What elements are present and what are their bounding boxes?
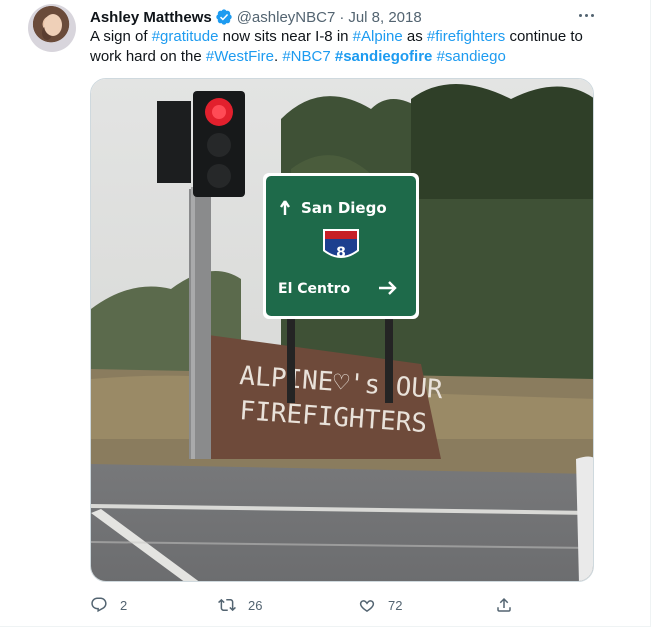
retweet-button[interactable]: 26 [218, 594, 262, 616]
text-segment: A sign of [90, 28, 152, 45]
tweet-header: Ashley Matthews @ashleyNBC7 · Jul 8, 201… [90, 7, 422, 27]
sign-line-2: El Centro [278, 281, 351, 297]
author-handle[interactable]: @ashleyNBC7 [237, 9, 336, 26]
tweet-text: A sign of #gratitude now sits near I-8 i… [90, 27, 610, 67]
like-icon [359, 600, 375, 613]
hashtag-link[interactable]: #gratitude [152, 28, 219, 45]
like-button[interactable]: 72 [358, 594, 402, 616]
hashtag-link[interactable]: #sandiego [437, 48, 506, 65]
tweet-card[interactable]: Ashley Matthews @ashleyNBC7 · Jul 8, 201… [0, 0, 651, 627]
verified-badge-icon [216, 9, 232, 25]
share-icon [497, 597, 511, 612]
hashtag-link[interactable]: #WestFire [206, 48, 274, 65]
like-count: 72 [388, 597, 403, 613]
hashtag-link[interactable]: #NBC7 [282, 48, 330, 65]
hashtag-link[interactable]: #firefighters [427, 28, 505, 45]
retweet-count: 26 [248, 597, 263, 613]
text-segment: now sits near I-8 in [218, 28, 353, 45]
avatar[interactable] [28, 4, 76, 52]
photo-scene: ALPINE♡'s OUR FIREFIGHTERS San Diego 8 E… [91, 79, 593, 581]
tweet-photo[interactable]: ALPINE♡'s OUR FIREFIGHTERS San Diego 8 E… [90, 78, 594, 582]
sign-shield-number: 8 [336, 245, 346, 261]
reply-icon [91, 597, 107, 613]
hashtag-link[interactable]: #sandiegofire [335, 48, 433, 65]
sign-line-1: San Diego [301, 199, 387, 217]
hashtag-link[interactable]: #Alpine [353, 28, 403, 45]
share-button[interactable] [495, 594, 513, 616]
tweet-date[interactable]: Jul 8, 2018 [348, 9, 421, 26]
text-segment: as [402, 28, 427, 45]
more-icon[interactable] [570, 5, 602, 25]
retweet-icon [218, 598, 236, 612]
author-name[interactable]: Ashley Matthews [90, 9, 212, 26]
separator-dot: · [339, 8, 345, 26]
action-bar: 2 26 72 [90, 594, 610, 616]
reply-count: 2 [120, 597, 128, 613]
reply-button[interactable]: 2 [90, 594, 127, 616]
